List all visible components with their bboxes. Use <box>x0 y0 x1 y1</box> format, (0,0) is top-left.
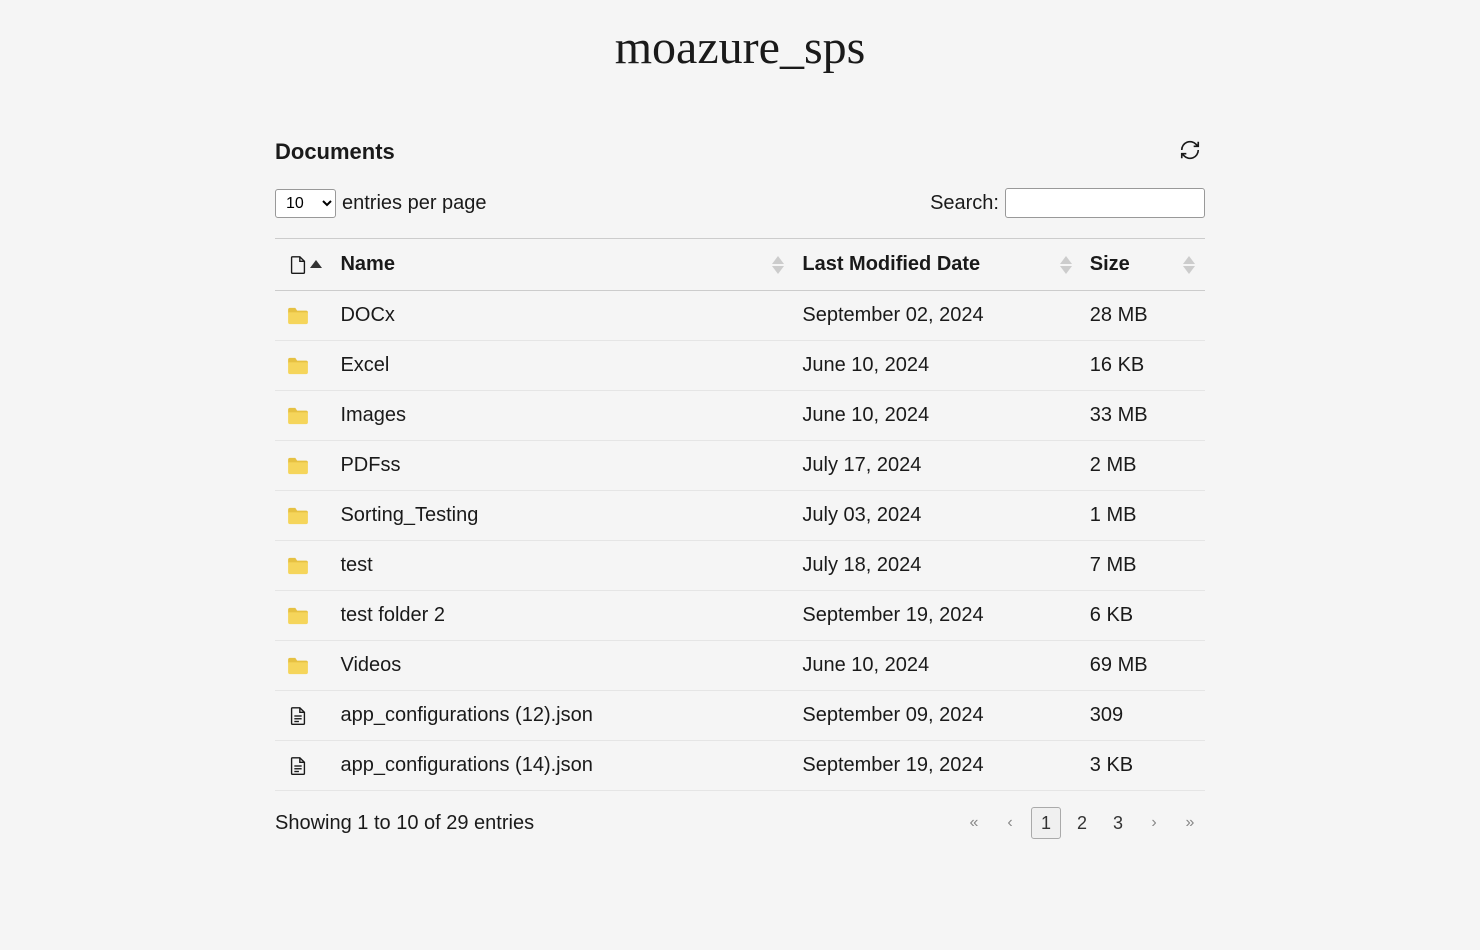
table-row[interactable]: test folder 2September 19, 20246 KB <box>275 591 1205 641</box>
cell-name: Videos <box>332 641 794 691</box>
column-header-type[interactable] <box>275 239 332 291</box>
cell-name: PDFss <box>332 441 794 491</box>
page-next-button[interactable]: › <box>1139 807 1169 839</box>
cell-size: 2 MB <box>1082 441 1205 491</box>
cell-date: July 17, 2024 <box>794 441 1081 491</box>
pagination: «‹123›» <box>959 807 1205 839</box>
cell-name: test <box>332 541 794 591</box>
page-last-button[interactable]: » <box>1175 807 1205 839</box>
cell-name: app_configurations (14).json <box>332 741 794 791</box>
cell-size: 1 MB <box>1082 491 1205 541</box>
sort-icon <box>1183 256 1195 274</box>
cell-name: test folder 2 <box>332 591 794 641</box>
folder-icon <box>287 457 324 475</box>
table-row[interactable]: app_configurations (12).jsonSeptember 09… <box>275 691 1205 741</box>
folder-icon <box>287 607 324 625</box>
page-prev-button[interactable]: ‹ <box>995 807 1025 839</box>
table-row[interactable]: VideosJune 10, 202469 MB <box>275 641 1205 691</box>
refresh-icon <box>1179 139 1201 164</box>
cell-date: September 02, 2024 <box>794 291 1081 341</box>
cell-name: DOCx <box>332 291 794 341</box>
cell-size: 6 KB <box>1082 591 1205 641</box>
column-header-date[interactable]: Last Modified Date <box>794 239 1081 291</box>
table-status: Showing 1 to 10 of 29 entries <box>275 812 534 835</box>
sort-icon <box>772 256 784 274</box>
cell-size: 16 KB <box>1082 341 1205 391</box>
entries-per-page-select[interactable]: 102550100 <box>275 189 336 218</box>
table-row[interactable]: ExcelJune 10, 202416 KB <box>275 341 1205 391</box>
cell-date: July 18, 2024 <box>794 541 1081 591</box>
page-title: moazure_sps <box>0 20 1480 75</box>
documents-table: Name Last Modified Date Size DOCxSeptemb… <box>275 238 1205 791</box>
table-row[interactable]: PDFssJuly 17, 20242 MB <box>275 441 1205 491</box>
sort-icon <box>1060 256 1072 274</box>
cell-size: 7 MB <box>1082 541 1205 591</box>
table-row[interactable]: Sorting_TestingJuly 03, 20241 MB <box>275 491 1205 541</box>
section-title: Documents <box>275 139 395 165</box>
folder-icon <box>287 357 324 375</box>
entries-label: entries per page <box>342 192 487 215</box>
cell-date: September 09, 2024 <box>794 691 1081 741</box>
table-row[interactable]: DOCxSeptember 02, 202428 MB <box>275 291 1205 341</box>
cell-date: September 19, 2024 <box>794 591 1081 641</box>
folder-icon <box>287 657 324 675</box>
cell-date: June 10, 2024 <box>794 391 1081 441</box>
search-input[interactable] <box>1005 188 1205 218</box>
cell-size: 69 MB <box>1082 641 1205 691</box>
table-row[interactable]: ImagesJune 10, 202433 MB <box>275 391 1205 441</box>
cell-name: Sorting_Testing <box>332 491 794 541</box>
cell-name: app_configurations (12).json <box>332 691 794 741</box>
page-number-button[interactable]: 2 <box>1067 807 1097 839</box>
cell-size: 28 MB <box>1082 291 1205 341</box>
refresh-button[interactable] <box>1175 135 1205 168</box>
cell-date: June 10, 2024 <box>794 341 1081 391</box>
cell-name: Images <box>332 391 794 441</box>
table-row[interactable]: testJuly 18, 20247 MB <box>275 541 1205 591</box>
cell-date: July 03, 2024 <box>794 491 1081 541</box>
file-icon <box>287 755 324 777</box>
folder-icon <box>287 557 324 575</box>
cell-date: June 10, 2024 <box>794 641 1081 691</box>
column-header-name[interactable]: Name <box>332 239 794 291</box>
sort-asc-icon <box>310 260 322 270</box>
cell-name: Excel <box>332 341 794 391</box>
column-header-size[interactable]: Size <box>1082 239 1205 291</box>
folder-icon <box>287 407 324 425</box>
cell-size: 3 KB <box>1082 741 1205 791</box>
folder-icon <box>287 507 324 525</box>
table-row[interactable]: app_configurations (14).jsonSeptember 19… <box>275 741 1205 791</box>
cell-size: 33 MB <box>1082 391 1205 441</box>
page-number-button[interactable]: 1 <box>1031 807 1061 839</box>
file-icon <box>287 705 324 727</box>
folder-icon <box>287 307 324 325</box>
page-number-button[interactable]: 3 <box>1103 807 1133 839</box>
page-first-button[interactable]: « <box>959 807 989 839</box>
cell-size: 309 <box>1082 691 1205 741</box>
search-label: Search: <box>930 192 999 215</box>
cell-date: September 19, 2024 <box>794 741 1081 791</box>
